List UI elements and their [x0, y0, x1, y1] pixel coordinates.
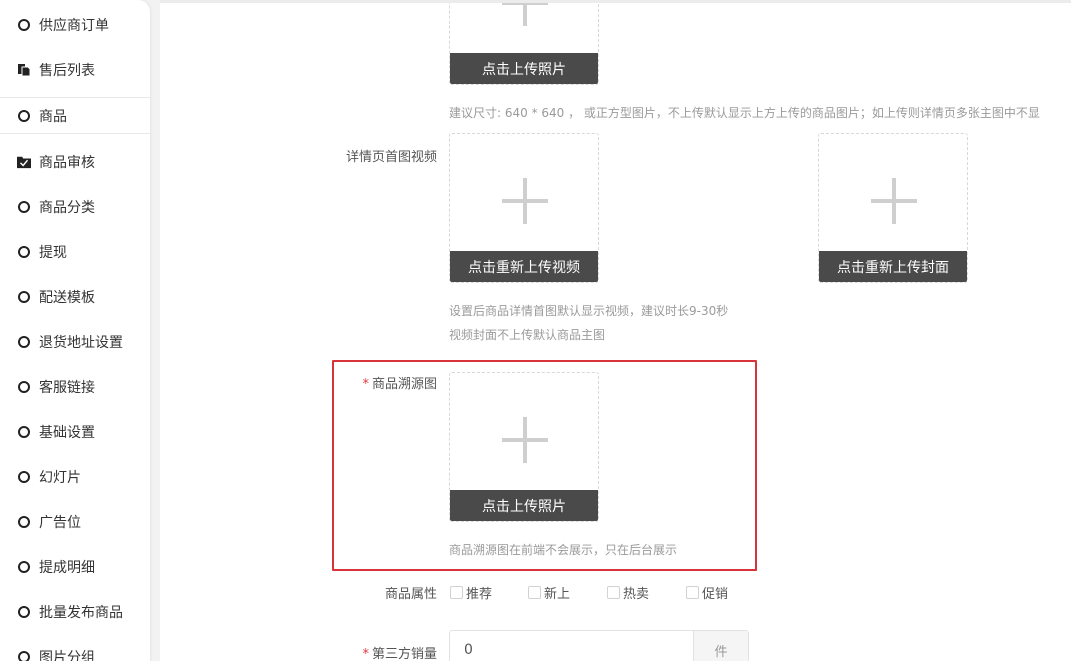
circle-icon — [17, 380, 31, 394]
main-image-upload[interactable]: 点击上传照片 — [449, 3, 599, 85]
plus-icon — [502, 417, 548, 463]
sidebar-item-after-sales[interactable]: 售后列表 — [0, 47, 150, 92]
third-party-sales-input[interactable] — [450, 631, 693, 661]
sidebar-item-label: 客服链接 — [39, 379, 95, 396]
detail-video-label: 详情页首图视频 — [345, 150, 437, 165]
attr-promo-checkbox[interactable]: 促销 — [686, 583, 728, 602]
detail-video-hint: 设置后商品详情首图默认显示视频，建议时长9-30秒 — [449, 304, 729, 318]
sidebar-item-label: 批量发布商品 — [39, 604, 123, 621]
sidebar: 供应商订单 售后列表 商品 商品审核 商品分类 提现 配送模板 退货地址设置 客… — [0, 0, 150, 661]
sidebar-item-label: 幻灯片 — [39, 469, 81, 486]
video-cover-upload[interactable]: 点击重新上传封面 — [818, 133, 968, 283]
checkbox-label: 热卖 — [623, 587, 650, 602]
attr-hot-checkbox[interactable]: 热卖 — [607, 583, 649, 602]
circle-icon — [17, 109, 31, 123]
sidebar-item-label: 提成明细 — [39, 559, 95, 576]
plus-icon — [502, 3, 548, 26]
required-mark: * — [362, 377, 369, 392]
sidebar-item-label: 基础设置 — [39, 424, 95, 441]
folder-check-icon — [17, 155, 31, 169]
detail-video-upload[interactable]: 点击重新上传视频 — [449, 133, 599, 283]
sidebar-item-ad-slots[interactable]: 广告位 — [0, 499, 150, 544]
sidebar-item-label: 图片分组 — [39, 649, 95, 661]
main-content: 点击上传照片 建议尺寸: 640 * 640 ， 或正方型图片，不上传默认显示上… — [160, 0, 1071, 661]
reupload-video-button[interactable]: 点击重新上传视频 — [450, 251, 598, 282]
plus-icon — [871, 178, 917, 224]
checkbox[interactable] — [607, 586, 620, 599]
sidebar-item-commission[interactable]: 提成明细 — [0, 544, 150, 589]
circle-icon — [17, 605, 31, 619]
circle-icon — [17, 425, 31, 439]
trace-image-label-text: 商品溯源图 — [371, 377, 437, 392]
sidebar-item-label: 退货地址设置 — [39, 334, 123, 351]
video-cover-hint: 视频封面不上传默认商品主图 — [449, 328, 606, 342]
sidebar-item-label: 提现 — [39, 244, 67, 261]
sidebar-item-delivery-template[interactable]: 配送模板 — [0, 274, 150, 319]
checkbox[interactable] — [686, 586, 699, 599]
third-party-sales-group: 件 — [449, 630, 749, 661]
circle-icon — [17, 650, 31, 661]
attr-recommend-checkbox[interactable]: 推荐 — [450, 583, 492, 602]
circle-icon — [17, 560, 31, 574]
upload-photo-button[interactable]: 点击上传照片 — [450, 53, 598, 84]
circle-icon — [17, 18, 31, 32]
checkbox[interactable] — [528, 586, 541, 599]
sidebar-item-label: 供应商订单 — [39, 17, 109, 34]
attr-new-checkbox[interactable]: 新上 — [528, 583, 570, 602]
sidebar-item-slideshow[interactable]: 幻灯片 — [0, 454, 150, 499]
circle-icon — [17, 515, 31, 529]
sidebar-item-basic-settings[interactable]: 基础设置 — [0, 409, 150, 454]
sidebar-item-withdraw[interactable]: 提现 — [0, 229, 150, 274]
circle-icon — [17, 200, 31, 214]
sidebar-item-label: 配送模板 — [39, 289, 95, 306]
sidebar-item-return-address[interactable]: 退货地址设置 — [0, 319, 150, 364]
plus-icon — [502, 178, 548, 224]
sidebar-item-supplier-orders[interactable]: 供应商订单 — [0, 2, 150, 47]
circle-icon — [17, 245, 31, 259]
sidebar-item-label: 广告位 — [39, 514, 81, 531]
checkbox-label: 推荐 — [466, 587, 493, 602]
sidebar-item-product-review[interactable]: 商品审核 — [0, 139, 150, 184]
sidebar-item-categories[interactable]: 商品分类 — [0, 184, 150, 229]
copy-icon — [17, 63, 31, 77]
sidebar-item-label: 商品分类 — [39, 199, 95, 216]
third-party-sales-label-text: 第三方销量 — [371, 647, 437, 661]
upload-photo-button[interactable]: 点击上传照片 — [450, 490, 598, 521]
sidebar-item-label: 商品 — [39, 108, 67, 125]
third-party-sales-label: * 第三方销量 — [307, 643, 437, 661]
trace-image-upload[interactable]: 点击上传照片 — [449, 372, 599, 522]
sidebar-item-label: 商品审核 — [39, 154, 95, 171]
circle-icon — [17, 335, 31, 349]
sidebar-item-image-groups[interactable]: 图片分组 — [0, 634, 150, 661]
trace-image-label: * 商品溯源图 — [307, 373, 437, 392]
sidebar-item-label: 售后列表 — [39, 62, 95, 79]
required-mark: * — [362, 647, 369, 661]
checkbox[interactable] — [450, 586, 463, 599]
checkbox-label: 促销 — [702, 587, 729, 602]
circle-icon — [17, 290, 31, 304]
main-image-hint: 建议尺寸: 640 * 640 ， 或正方型图片，不上传默认显示上方上传的商品图… — [449, 106, 1040, 120]
checkbox-label: 新上 — [544, 587, 571, 602]
circle-icon — [17, 470, 31, 484]
trace-image-hint: 商品溯源图在前端不会展示，只在后台展示 — [449, 543, 678, 557]
sidebar-item-service-link[interactable]: 客服链接 — [0, 364, 150, 409]
sidebar-item-bulk-publish[interactable]: 批量发布商品 — [0, 589, 150, 634]
unit-suffix: 件 — [693, 631, 748, 661]
reupload-cover-button[interactable]: 点击重新上传封面 — [819, 251, 967, 282]
sidebar-item-products[interactable]: 商品 — [0, 97, 150, 134]
attributes-label: 商品属性 — [384, 587, 437, 602]
